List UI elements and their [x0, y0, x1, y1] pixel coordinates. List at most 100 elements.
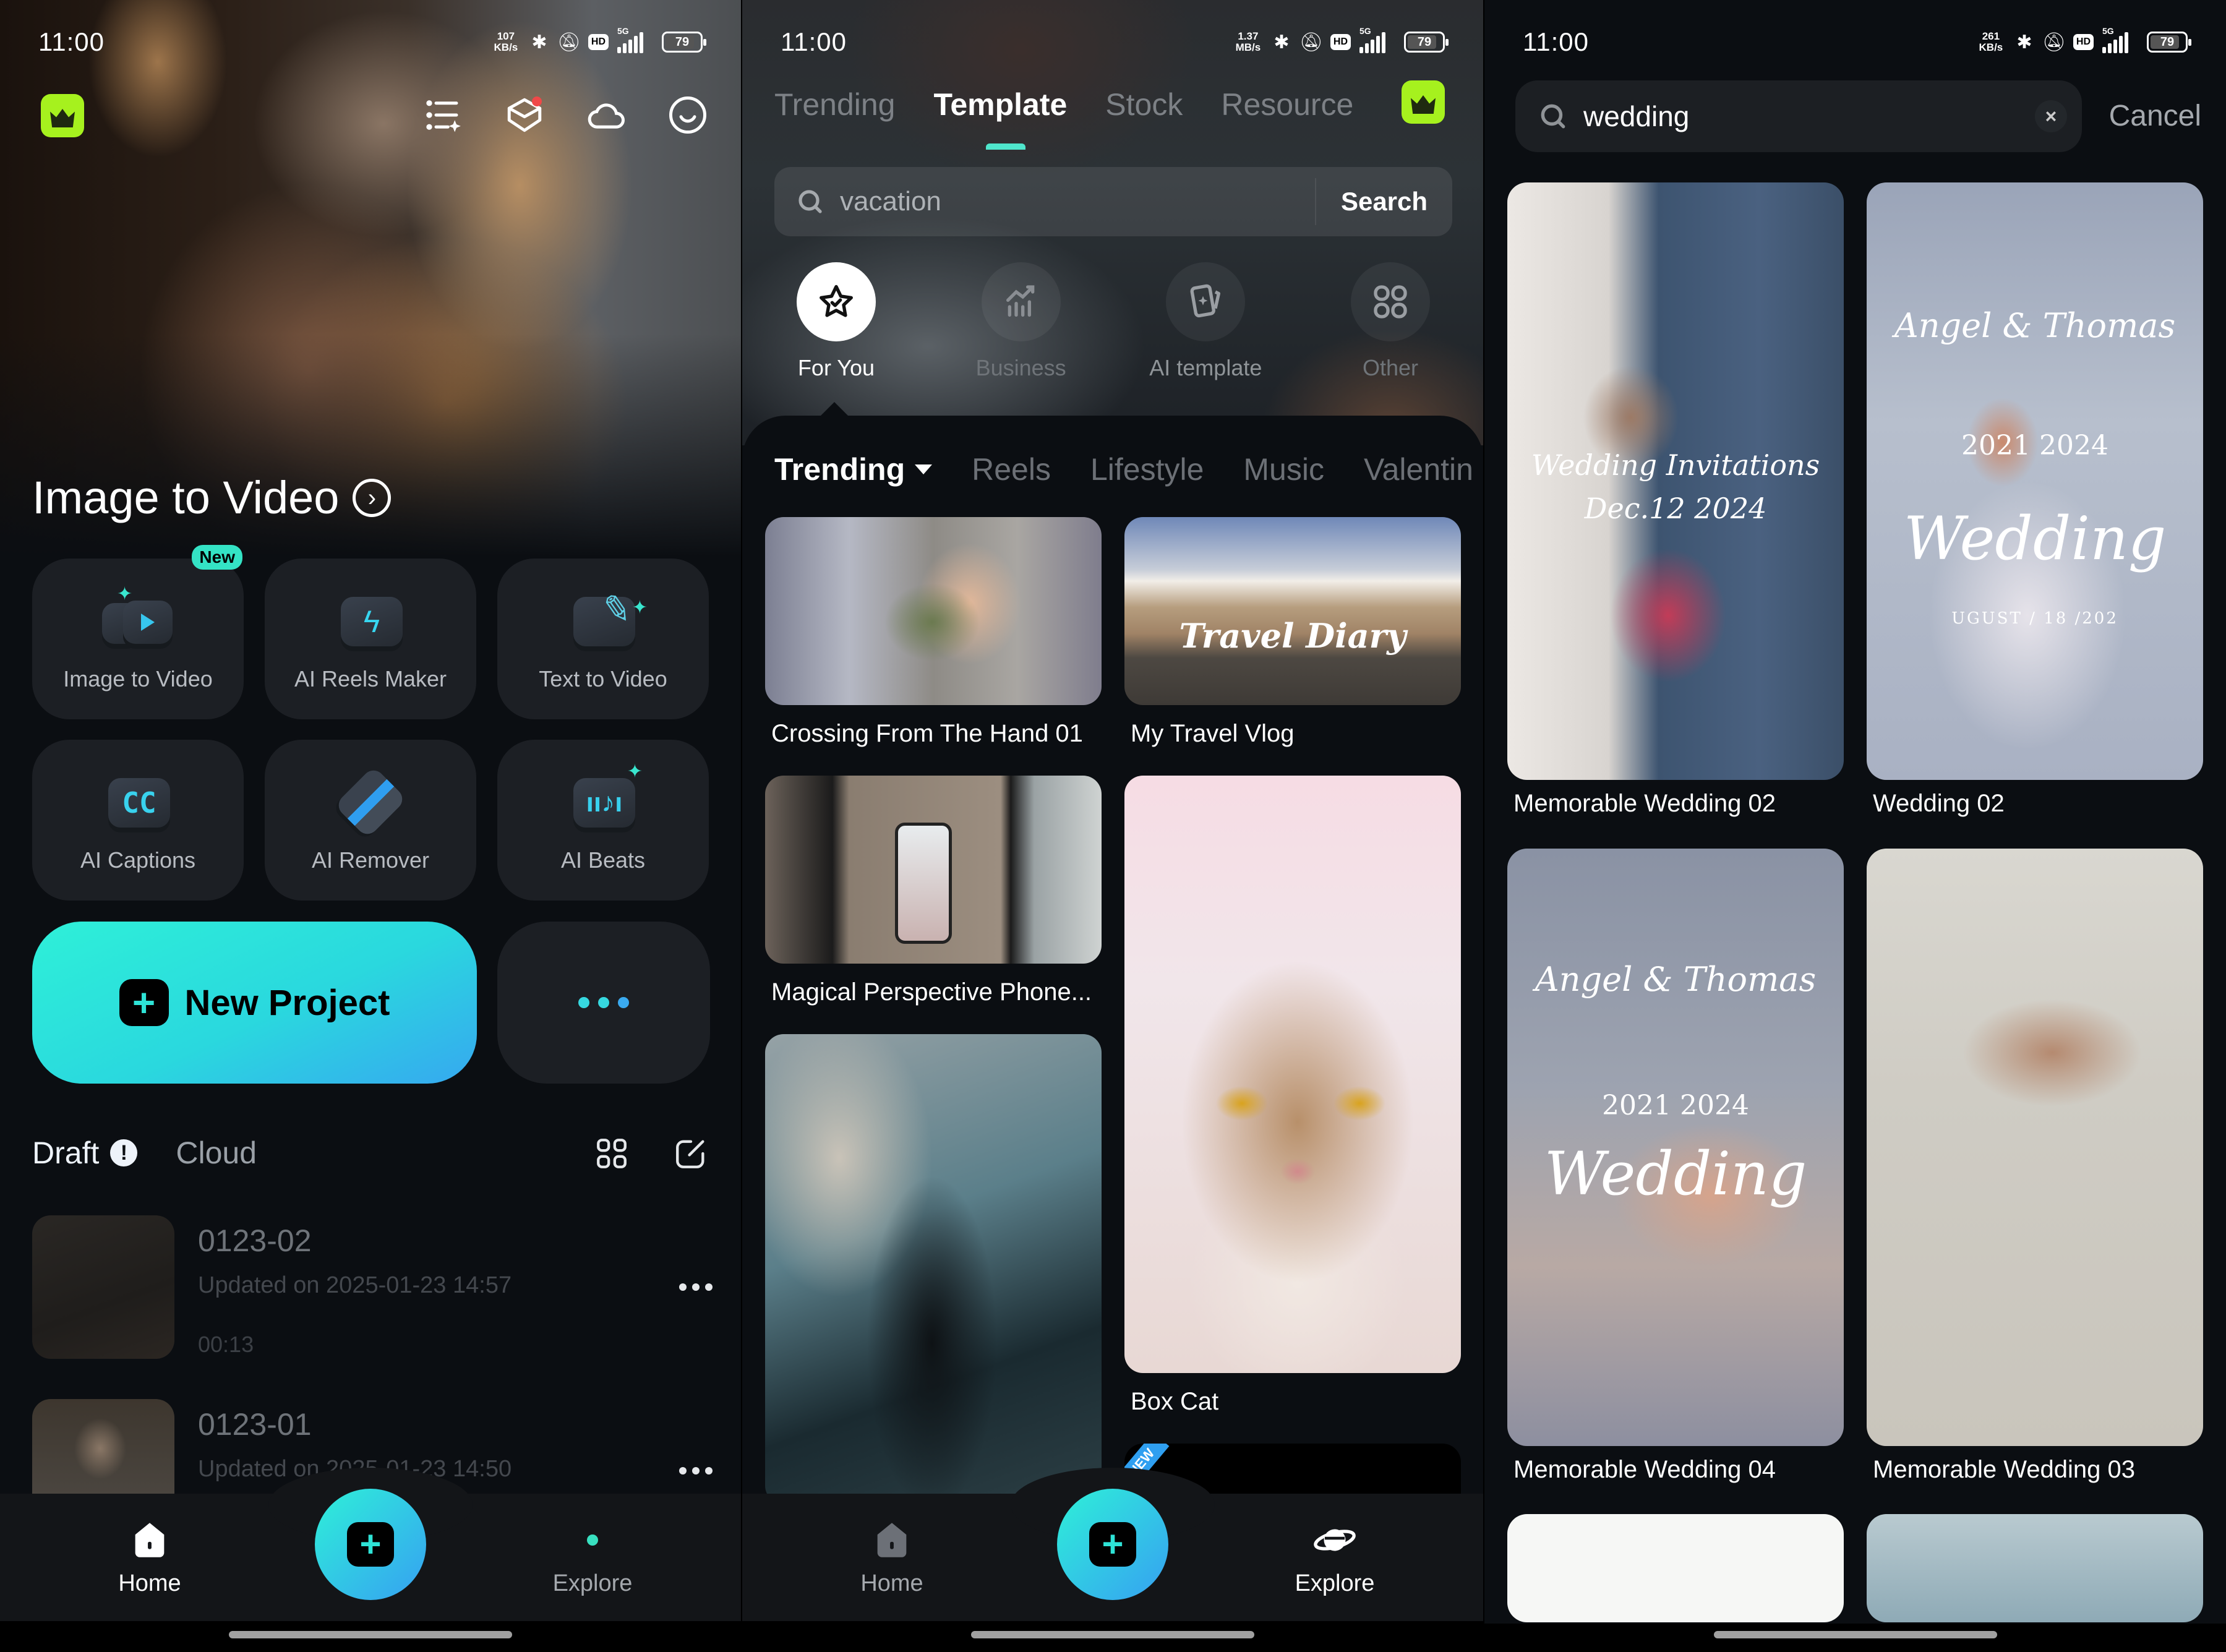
explore-screen: 11:00 1.37 MB/s ✱ 🔕︎ HD 5G 79 Trending Te… [742, 0, 1483, 1652]
net-speed: 107 KB/s [494, 30, 518, 53]
hero-title-link[interactable]: Image to Video › [32, 471, 392, 524]
tab-trending[interactable]: Trending [774, 87, 895, 122]
home-icon [135, 1523, 165, 1557]
search-result-card[interactable] [1507, 1514, 1844, 1622]
category-ai-template[interactable]: AI template [1144, 262, 1267, 381]
status-bar: 11:00 261 KB/s ✱ 🔕︎ HD 5G 79 [1523, 22, 2191, 62]
star-check-icon [820, 285, 853, 317]
template-card[interactable] [765, 1034, 1102, 1504]
feature-text-to-video[interactable]: ✎ ✦ Text to Video [497, 559, 709, 719]
crown-icon [50, 109, 75, 127]
subtab-music[interactable]: Music [1243, 452, 1324, 487]
grid-view-icon[interactable] [594, 1136, 630, 1171]
result-thumbnail: Angel & Thomas 2021 2024 Wedding UGUST /… [1867, 182, 2203, 780]
vip-crown-button[interactable] [1402, 80, 1445, 124]
bluetooth-icon: ✱ [2016, 32, 2032, 53]
search-input[interactable]: wedding [1583, 100, 2035, 133]
signal-icon: 5G [617, 26, 653, 53]
new-badge: New [192, 545, 242, 570]
home-indicator[interactable] [1713, 1631, 1997, 1638]
search-icon [798, 190, 822, 213]
home-indicator[interactable] [971, 1631, 1254, 1638]
category-for-you[interactable]: For You [774, 262, 898, 381]
draft-toolbar [594, 1136, 709, 1171]
home-indicator[interactable] [229, 1631, 512, 1638]
search-icon [1541, 104, 1565, 129]
edit-select-icon[interactable] [673, 1136, 709, 1171]
subtab-valentine[interactable]: Valentin [1364, 452, 1473, 487]
search-bar[interactable]: wedding × [1515, 80, 2082, 152]
category-other[interactable]: Other [1329, 262, 1452, 381]
draft-more-button[interactable] [679, 1467, 713, 1474]
template-card[interactable]: Travel Diary My Travel Vlog [1124, 517, 1461, 748]
feature-ai-beats[interactable]: ıı♪ı ✦ AI Beats [497, 740, 709, 901]
explore-dot-icon [587, 1534, 598, 1546]
feature-ai-reels-maker[interactable]: ϟ AI Reels Maker [265, 559, 476, 719]
category-business[interactable]: Business [959, 262, 1083, 381]
new-project-button[interactable]: + New Project [32, 922, 477, 1084]
draft-item[interactable]: 0123-02 Updated on 2025-01-23 14:57 00:1… [32, 1215, 713, 1359]
bluetooth-icon: ✱ [1274, 32, 1290, 53]
search-input[interactable]: vacation [840, 186, 1315, 217]
template-categories: For You Business AI template Other [774, 262, 1452, 381]
nav-explore[interactable]: Explore [1254, 1518, 1415, 1597]
content-tabs: Trending Template Stock Resource [774, 87, 1353, 122]
search-result-card[interactable]: Angel & Thomas 2021 2024 Wedding UGUST /… [1867, 182, 2203, 818]
cloud-icon[interactable] [584, 93, 628, 137]
ai-list-icon[interactable] [421, 93, 465, 137]
tab-stock[interactable]: Stock [1105, 87, 1183, 122]
draft-more-button[interactable] [679, 1283, 713, 1291]
subtab-trending[interactable]: Trending [774, 452, 933, 487]
tab-template[interactable]: Template [933, 87, 1067, 122]
cancel-button[interactable]: Cancel [2109, 99, 2201, 133]
nav-explore[interactable]: Explore [512, 1518, 673, 1597]
feature-ai-captions[interactable]: CC AI Captions [32, 740, 244, 901]
bottom-nav: Home + Explore [0, 1468, 741, 1621]
tab-draft[interactable]: Draft [32, 1135, 99, 1171]
feature-ai-remover[interactable]: AI Remover [265, 740, 476, 901]
search-result-card[interactable] [1867, 1514, 2203, 1622]
status-time: 11:00 [38, 27, 105, 56]
template-card[interactable]: Box Cat [1124, 776, 1461, 1416]
search-result-card[interactable]: Angel & Thomas 2021 2024 Wedding Memorab… [1507, 849, 1844, 1484]
chart-icon [1006, 285, 1034, 317]
alert-icon[interactable]: ! [110, 1139, 138, 1166]
create-fab-button[interactable]: + [315, 1489, 426, 1600]
template-search-bar[interactable]: vacation Search [774, 167, 1452, 236]
feature-image-to-video[interactable]: New ✦ Image to Video [32, 545, 244, 719]
search-result-card[interactable]: Wedding Invitations Dec.12 2024 Memorabl… [1507, 182, 1844, 818]
template-card[interactable]: Magical Perspective Phone... [765, 776, 1102, 1006]
subtab-reels[interactable]: Reels [972, 452, 1051, 487]
home-screen: 11:00 107 KB/s ✱ 🔕︎ HD 5G 79 Image to Vid… [0, 0, 741, 1652]
nav-home[interactable]: Home [811, 1518, 972, 1597]
status-bar: 11:00 1.37 MB/s ✱ 🔕︎ HD 5G 79 [781, 22, 1449, 62]
battery-icon: 79 [662, 32, 706, 53]
battery-icon: 79 [1404, 32, 1449, 53]
nav-home[interactable]: Home [69, 1518, 230, 1597]
tab-cloud[interactable]: Cloud [176, 1135, 257, 1171]
tab-resource[interactable]: Resource [1221, 87, 1353, 122]
result-thumbnail [1507, 1514, 1844, 1622]
home-icon [877, 1523, 907, 1557]
profile-icon[interactable] [666, 93, 710, 137]
status-bar: 11:00 107 KB/s ✱ 🔕︎ HD 5G 79 [38, 22, 706, 62]
vip-crown-button[interactable] [41, 94, 84, 137]
hd-icon: HD [1330, 34, 1351, 50]
subtab-lifestyle[interactable]: Lifestyle [1090, 452, 1204, 487]
template-card[interactable]: Crossing From The Hand 01 [765, 517, 1102, 748]
search-result-card[interactable]: Memorable Wedding 03 [1867, 849, 2203, 1484]
chevron-right-circle-icon: › [353, 478, 392, 517]
plus-icon: + [1089, 1522, 1136, 1567]
more-tools-button[interactable] [497, 922, 710, 1084]
create-fab-button[interactable]: + [1057, 1489, 1168, 1600]
signal-icon: 5G [1359, 26, 1395, 53]
result-thumbnail [1867, 1514, 2203, 1622]
crown-icon [1411, 95, 1436, 114]
grid-icon [1374, 285, 1407, 319]
tutorial-cap-icon[interactable] [502, 93, 547, 137]
template-thumbnail [765, 776, 1102, 964]
search-button[interactable]: Search [1316, 187, 1452, 216]
draft-tabs: Draft ! Cloud [32, 1135, 257, 1171]
mute-bell-icon: 🔕︎ [557, 32, 581, 53]
clear-search-icon[interactable]: × [2035, 100, 2067, 132]
